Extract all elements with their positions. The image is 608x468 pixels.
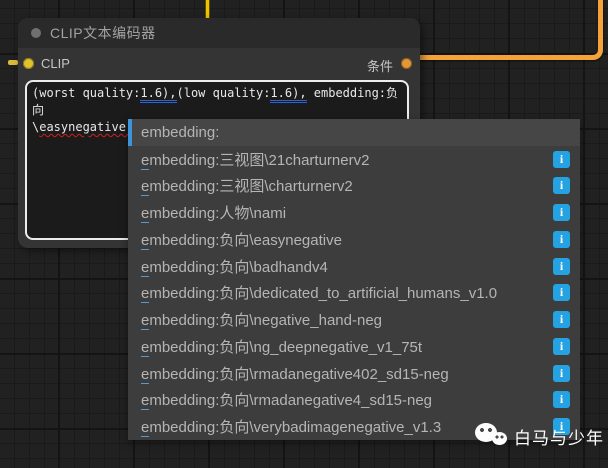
- dropdown-item[interactable]: embedding:负向\rmadanegative4_sd15-neg i: [128, 387, 580, 414]
- dropdown-item[interactable]: embedding:负向\dedicated_to_artificial_hum…: [128, 280, 580, 307]
- dropdown-item-label: embedding:: [141, 124, 580, 141]
- info-icon[interactable]: i: [553, 177, 570, 194]
- info-icon[interactable]: i: [553, 365, 570, 382]
- dropdown-item[interactable]: embedding:负向\rmadanegative402_sd15-neg i: [128, 360, 580, 387]
- dropdown-item-label: embedding:负向\negative_hand-neg: [141, 309, 547, 330]
- dropdown-item[interactable]: embedding:三视图\21charturnerv2 i: [128, 146, 580, 173]
- dropdown-item[interactable]: embedding:负向\badhandv4 i: [128, 253, 580, 280]
- conditioning-output-label: 条件: [367, 56, 393, 75]
- embedding-dropdown[interactable]: embedding:embedding:三视图\21charturnerv2ie…: [128, 119, 580, 440]
- dropdown-item[interactable]: embedding:负向\negative_hand-neg i: [128, 306, 580, 333]
- dropdown-item-label: embedding:负向\easynegative: [141, 229, 547, 250]
- conditioning-output-slot-icon[interactable]: [401, 58, 412, 69]
- wechat-icon: [475, 421, 509, 451]
- dropdown-item[interactable]: embedding:人物\nami i: [128, 199, 580, 226]
- comfyui-canvas[interactable]: CLIP文本编码器 CLIP 条件 (worst quality:1.6),(l…: [0, 0, 608, 468]
- watermark-text: 白马与少年: [514, 424, 604, 449]
- dropdown-item-label: embedding:负向\badhandv4: [141, 256, 547, 277]
- info-icon[interactable]: i: [553, 391, 570, 408]
- clip-input-label: CLIP: [41, 56, 70, 71]
- info-icon[interactable]: i: [553, 338, 570, 355]
- info-icon[interactable]: i: [553, 258, 570, 275]
- dropdown-item-label: embedding:三视图\charturnerv2: [141, 175, 547, 196]
- info-icon[interactable]: i: [553, 151, 570, 168]
- dropdown-item-label: embedding:负向\rmadanegative402_sd15-neg: [141, 363, 547, 384]
- node-titlebar[interactable]: CLIP文本编码器: [18, 18, 420, 48]
- watermark: 白马与少年: [475, 421, 604, 451]
- dropdown-item-label: embedding:负向\dedicated_to_artificial_hum…: [141, 282, 547, 303]
- dropdown-item-label: embedding:人物\nami: [141, 202, 547, 223]
- dropdown-item[interactable]: embedding:负向\easynegative i: [128, 226, 580, 253]
- dropdown-item[interactable]: embedding:负向\ng_deepnegative_v1_75t i: [128, 333, 580, 360]
- info-icon[interactable]: i: [553, 231, 570, 248]
- dropdown-item-label: embedding:负向\rmadanegative4_sd15-neg: [141, 389, 547, 410]
- conditioning-wire: [411, 0, 603, 60]
- node-title: CLIP文本编码器: [50, 23, 156, 43]
- yellow-wire: [205, 0, 210, 20]
- dropdown-item[interactable]: embedding:: [128, 119, 580, 146]
- collapse-dot-icon[interactable]: [31, 28, 41, 38]
- info-icon[interactable]: i: [553, 311, 570, 328]
- info-icon[interactable]: i: [553, 204, 570, 221]
- prompt-line: (worst quality:1.6),(low quality:1.6), e…: [32, 85, 402, 119]
- dropdown-item-label: embedding:三视图\21charturnerv2: [141, 149, 547, 170]
- clip-input-slot-icon[interactable]: [23, 58, 34, 69]
- dropdown-item[interactable]: embedding:三视图\charturnerv2 i: [128, 173, 580, 200]
- dropdown-item-label: embedding:负向\ng_deepnegative_v1_75t: [141, 336, 547, 357]
- clip-wire-stub: [8, 60, 18, 65]
- info-icon[interactable]: i: [553, 284, 570, 301]
